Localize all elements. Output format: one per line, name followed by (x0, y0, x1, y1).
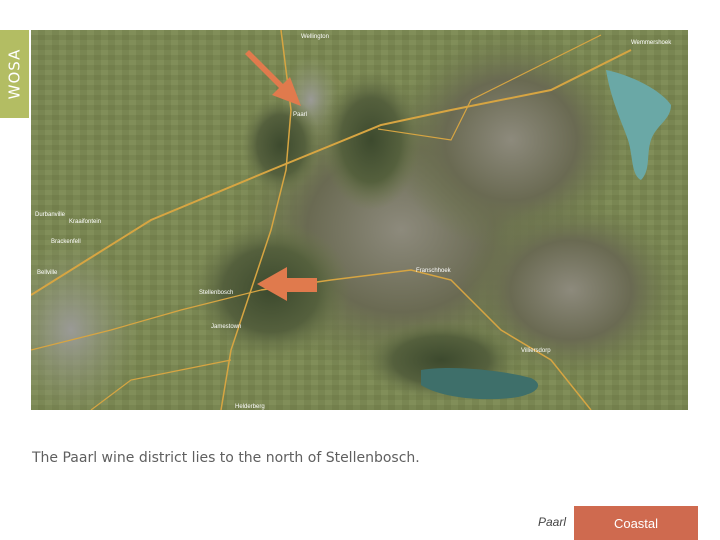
map-label: Paarl (293, 112, 307, 118)
map-canvas: Wellington Paarl Durbanville Bellville S… (31, 30, 688, 410)
map-label: Helderberg (235, 404, 265, 410)
map-label: Wellington (301, 34, 329, 40)
satellite-map[interactable]: Wellington Paarl Durbanville Bellville S… (31, 30, 688, 410)
map-caption: The Paarl wine district lies to the nort… (32, 450, 420, 466)
map-label: Villiersdorp (521, 348, 551, 354)
map-label: Kraaifontein (69, 219, 101, 225)
map-label: Franschhoek (416, 268, 452, 274)
map-label: Durbanville (35, 212, 66, 218)
wosa-brand-tab: WOSA (0, 30, 29, 118)
wosa-brand-label: WOSA (5, 48, 24, 100)
region-label: Paarl (538, 515, 567, 529)
map-label: Bellville (37, 270, 58, 276)
map-label: Jamestown (211, 324, 241, 330)
map-label: Brackenfell (51, 239, 81, 245)
map-label: Wemmershoek (631, 40, 672, 46)
coastal-button[interactable]: Coastal (574, 506, 698, 540)
map-label: Stellenbosch (199, 290, 233, 296)
